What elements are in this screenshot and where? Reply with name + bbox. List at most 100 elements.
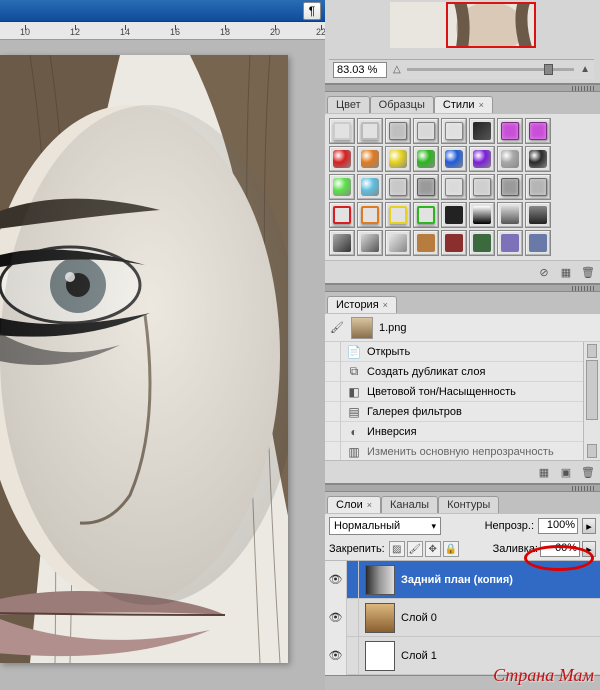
layer-row[interactable]: 👁 Задний план (копия) <box>325 561 600 599</box>
style-swatch[interactable] <box>329 146 355 172</box>
navigator-viewbox[interactable] <box>446 2 536 48</box>
no-style-icon[interactable]: ⊘ <box>536 264 552 280</box>
style-swatch[interactable] <box>329 230 355 256</box>
style-swatch[interactable] <box>441 202 467 228</box>
layer-name[interactable]: Задний план (копия) <box>401 574 513 586</box>
history-item[interactable]: ▤ Галерея фильтров <box>325 402 600 422</box>
style-swatch[interactable] <box>385 230 411 256</box>
style-swatch[interactable] <box>385 118 411 144</box>
lock-all-icon[interactable]: 🔒 <box>443 541 459 557</box>
fill-flyout-icon[interactable]: ▸ <box>582 541 596 557</box>
trash-icon[interactable]: 🗑 <box>580 264 596 280</box>
zoom-out-icon[interactable]: △ <box>393 64 401 75</box>
style-swatch[interactable] <box>525 230 551 256</box>
style-swatch[interactable] <box>497 146 523 172</box>
style-swatch[interactable] <box>525 118 551 144</box>
style-swatch[interactable] <box>329 118 355 144</box>
pilcrow-button[interactable]: ¶ <box>303 2 321 20</box>
style-swatch[interactable] <box>385 202 411 228</box>
opacity-input[interactable]: 100% <box>538 518 578 534</box>
history-snapshot[interactable]: 🖌 1.png <box>325 314 600 342</box>
style-swatch[interactable] <box>525 174 551 200</box>
opacity-flyout-icon[interactable]: ▸ <box>582 518 596 534</box>
close-icon[interactable]: × <box>367 500 372 510</box>
layer-thumbnail[interactable] <box>365 565 395 595</box>
tab-layers[interactable]: Слои× <box>327 496 381 513</box>
history-item[interactable]: ▥ Изменить основную непрозрачность <box>325 442 600 460</box>
style-swatch[interactable] <box>441 118 467 144</box>
style-swatch[interactable] <box>469 146 495 172</box>
new-doc-from-state-icon[interactable]: ▦ <box>536 464 552 480</box>
lock-pixels-icon[interactable]: 🖌 <box>407 541 423 557</box>
tab-history[interactable]: История× <box>327 296 397 313</box>
style-swatch[interactable] <box>413 146 439 172</box>
style-swatch[interactable] <box>385 146 411 172</box>
style-swatch[interactable] <box>357 146 383 172</box>
style-swatch[interactable] <box>441 146 467 172</box>
fill-input[interactable]: 60% <box>540 541 580 557</box>
navigator-thumbnail[interactable] <box>390 2 536 48</box>
style-swatch[interactable] <box>469 118 495 144</box>
style-swatch[interactable] <box>441 174 467 200</box>
layer-row[interactable]: 👁 Слой 1 <box>325 637 600 675</box>
zoom-slider[interactable] <box>407 68 574 71</box>
style-swatch[interactable] <box>413 174 439 200</box>
style-swatch[interactable] <box>497 118 523 144</box>
style-swatch[interactable] <box>525 202 551 228</box>
style-swatch[interactable] <box>357 230 383 256</box>
panel-divider[interactable] <box>325 284 600 292</box>
style-swatch[interactable] <box>385 174 411 200</box>
style-swatch[interactable] <box>413 118 439 144</box>
trash-icon[interactable]: 🗑 <box>580 464 596 480</box>
tab-paths[interactable]: Контуры <box>438 496 499 513</box>
canvas-viewport[interactable] <box>0 55 288 663</box>
style-swatch[interactable] <box>357 174 383 200</box>
panel-divider[interactable] <box>325 484 600 492</box>
zoom-slider-thumb[interactable] <box>544 64 553 75</box>
style-swatch[interactable] <box>469 230 495 256</box>
zoom-value[interactable]: 83.03 % <box>333 62 387 78</box>
layer-row[interactable]: 👁 Слой 0 <box>325 599 600 637</box>
style-swatch[interactable] <box>525 146 551 172</box>
new-style-icon[interactable]: ▦ <box>558 264 574 280</box>
style-swatch[interactable] <box>441 230 467 256</box>
style-swatch[interactable] <box>469 174 495 200</box>
tab-styles[interactable]: Стили× <box>434 96 493 113</box>
style-swatch[interactable] <box>413 230 439 256</box>
tab-swatches[interactable]: Образцы <box>370 96 434 113</box>
blend-mode-select[interactable]: Нормальный ▾ <box>329 517 441 535</box>
visibility-toggle[interactable]: 👁 <box>325 599 347 637</box>
lock-transparency-icon[interactable]: ▨ <box>389 541 405 557</box>
history-item[interactable]: 📄 Открыть <box>325 342 600 362</box>
style-swatch[interactable] <box>329 202 355 228</box>
close-icon[interactable]: × <box>479 100 484 110</box>
scrollbar-thumb[interactable] <box>586 360 598 420</box>
layer-thumbnail[interactable] <box>365 641 395 671</box>
visibility-toggle[interactable]: 👁 <box>325 637 347 675</box>
layer-name[interactable]: Слой 0 <box>401 612 437 624</box>
tab-channels[interactable]: Каналы <box>381 496 438 513</box>
style-swatch[interactable] <box>413 202 439 228</box>
style-swatch[interactable] <box>357 202 383 228</box>
history-scrollbar[interactable] <box>583 342 600 460</box>
lock-position-icon[interactable]: ✥ <box>425 541 441 557</box>
style-swatch[interactable] <box>497 174 523 200</box>
opacity-icon: ▥ <box>345 443 363 461</box>
style-swatch[interactable] <box>497 230 523 256</box>
style-swatch[interactable] <box>469 202 495 228</box>
history-item[interactable]: ◧ Цветовой тон/Насыщенность <box>325 382 600 402</box>
visibility-toggle[interactable]: 👁 <box>325 561 347 599</box>
history-item[interactable]: ⧉ Создать дубликат слоя <box>325 362 600 382</box>
tab-color[interactable]: Цвет <box>327 96 370 113</box>
layer-thumbnail[interactable] <box>365 603 395 633</box>
zoom-in-icon[interactable]: ▲ <box>580 64 590 75</box>
panel-divider[interactable] <box>325 84 600 92</box>
style-swatch[interactable] <box>497 202 523 228</box>
layer-name[interactable]: Слой 1 <box>401 650 437 662</box>
horizontal-ruler[interactable]: 10 12 14 16 18 20 22 <box>0 22 325 40</box>
new-snapshot-icon[interactable]: ▣ <box>558 464 574 480</box>
close-icon[interactable]: × <box>383 300 388 310</box>
style-swatch[interactable] <box>329 174 355 200</box>
style-swatch[interactable] <box>357 118 383 144</box>
history-item[interactable]: ◐ Инверсия <box>325 422 600 442</box>
